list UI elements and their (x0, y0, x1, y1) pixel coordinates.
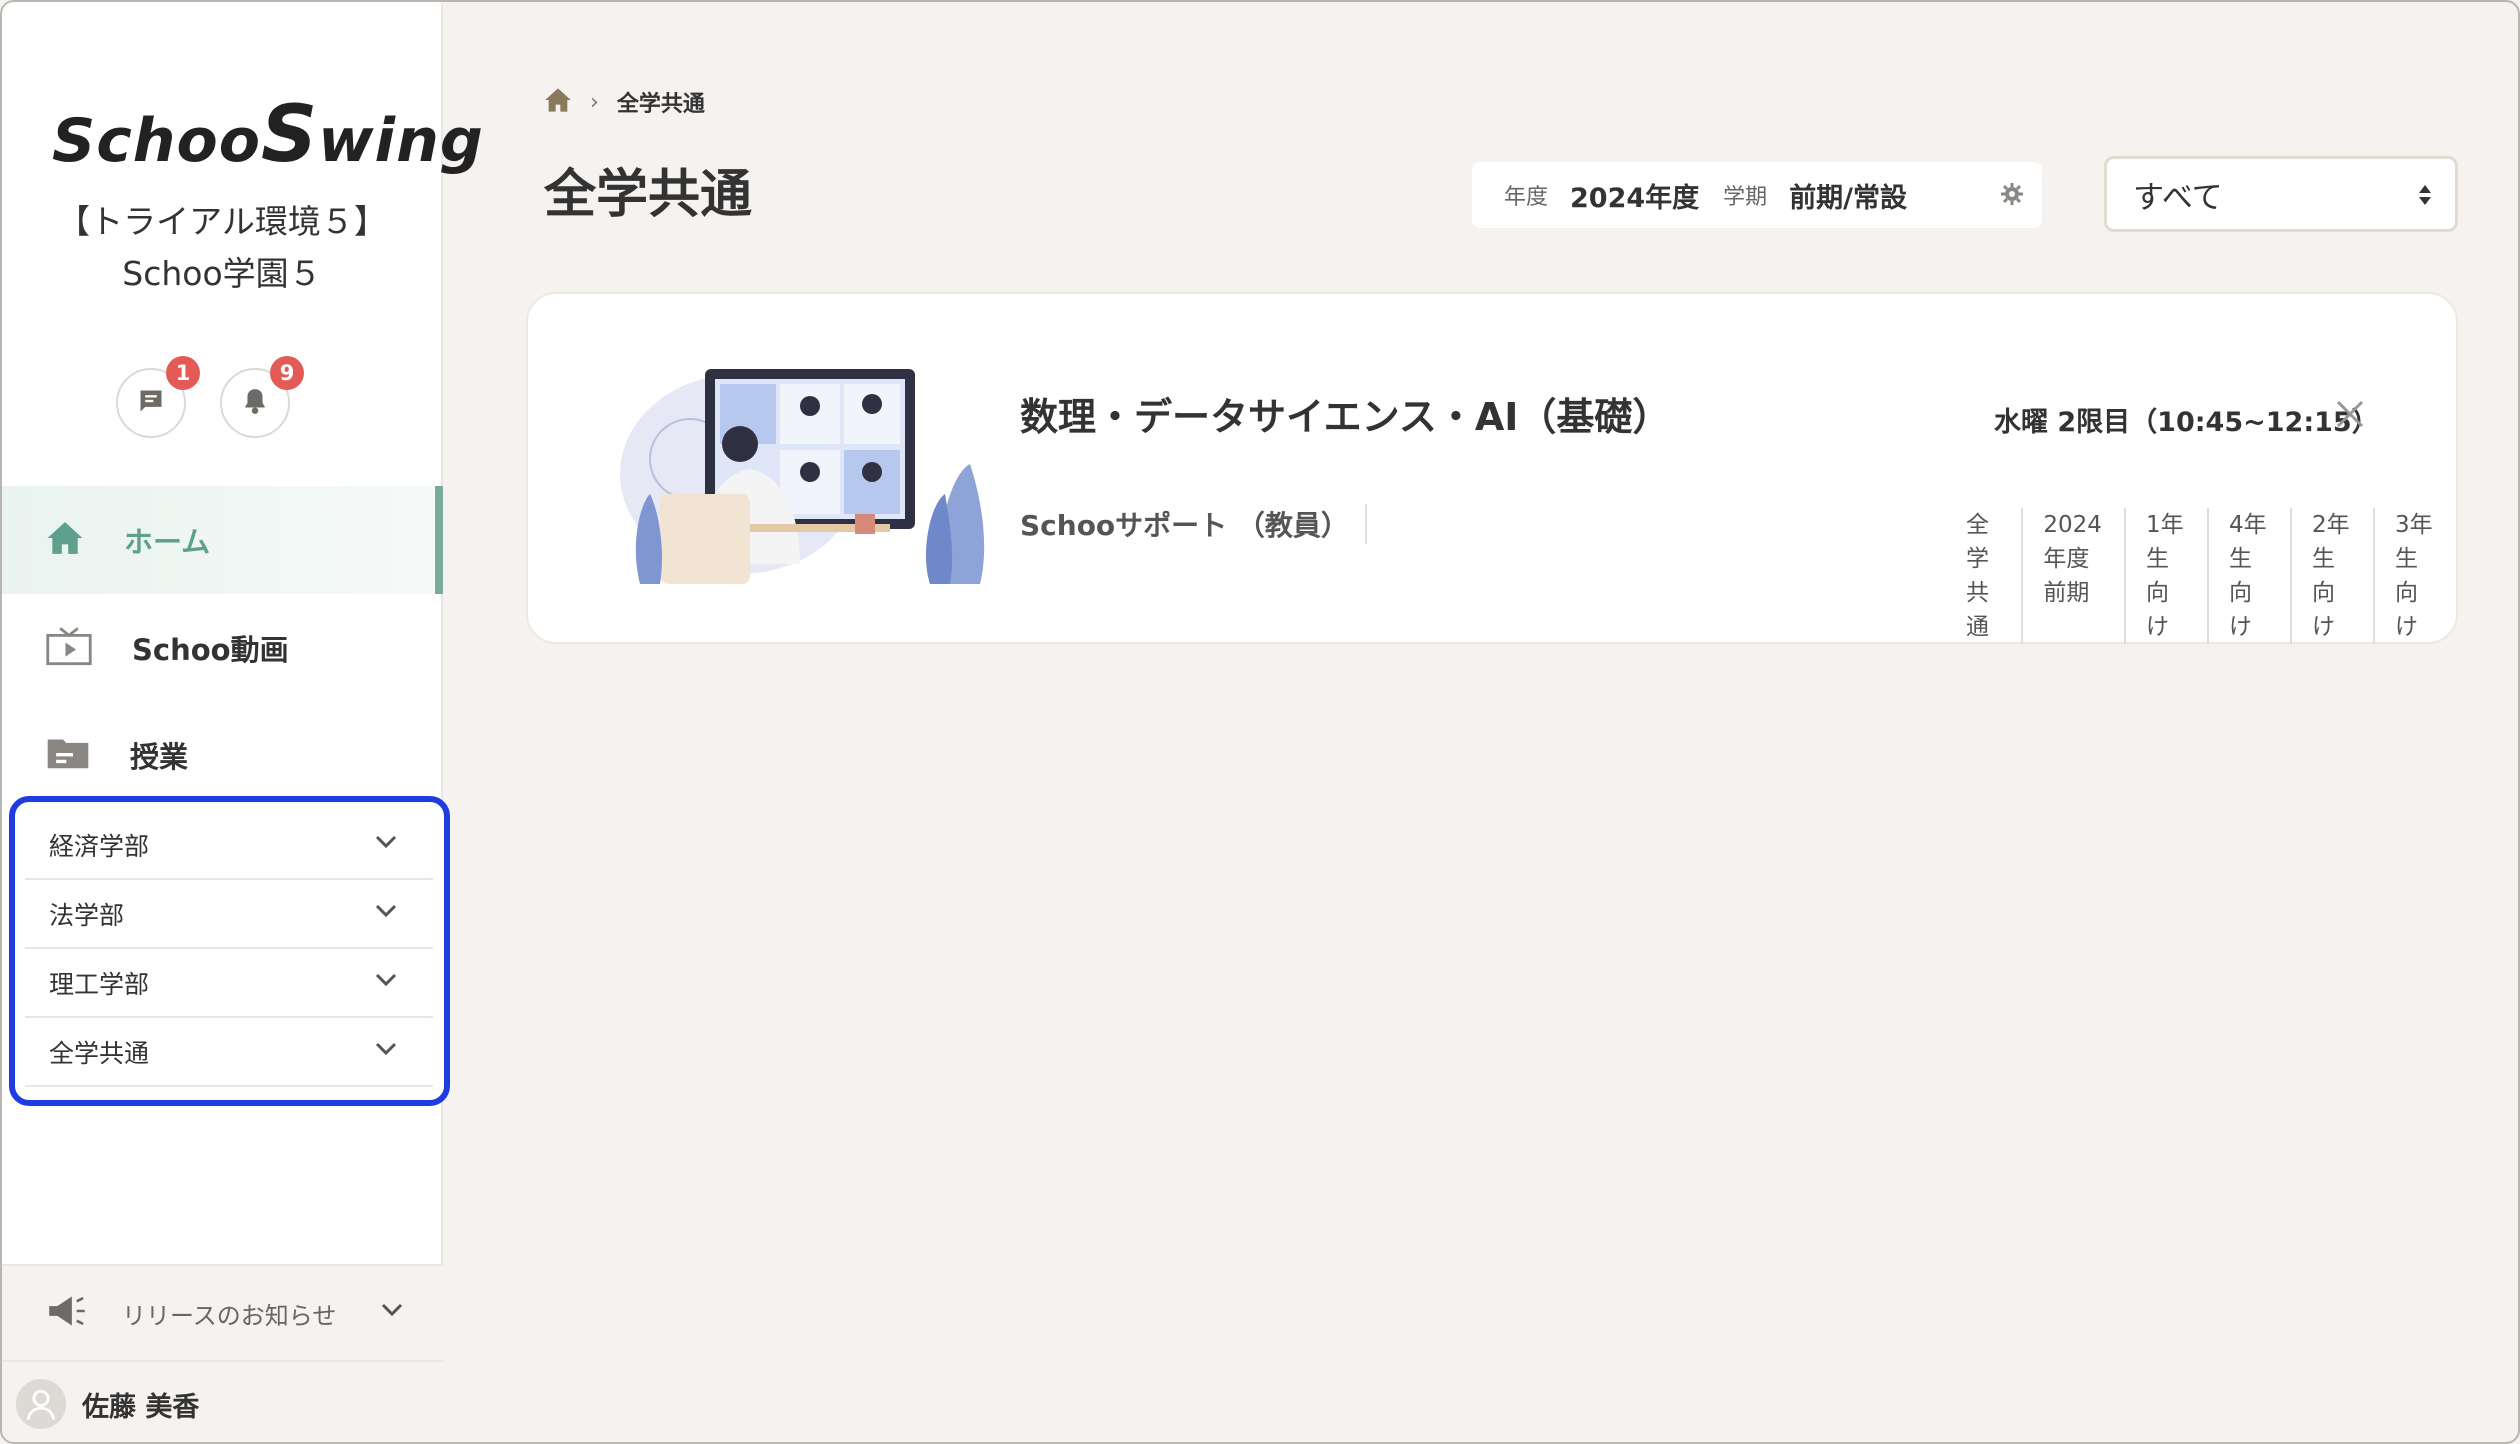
logo-text-part: S (260, 90, 319, 180)
filter-select[interactable]: すべて (2104, 156, 2458, 232)
faculty-item-economics[interactable]: 経済学部 (25, 812, 433, 880)
home-icon (46, 520, 84, 560)
nav-label: 授業 (130, 740, 189, 774)
course-card[interactable]: 数理・データサイエンス・AI（基礎） 水曜 2限目（10:45~12:15） S… (526, 292, 2458, 644)
term-value: 前期/常設 (1789, 182, 1908, 214)
chevron-down-icon (375, 903, 397, 922)
course-tag: 3年生向け (2372, 508, 2456, 644)
course-tag: 2年生向け (2290, 508, 2373, 644)
notifications-button[interactable]: 9 (220, 356, 304, 438)
course-tag: 2024年度 前期 (2021, 508, 2124, 644)
messages-button[interactable]: 1 (116, 356, 200, 438)
nav-item-lessons[interactable]: 授業 (2, 701, 443, 809)
nav-label: ホーム (124, 525, 211, 559)
avatar (16, 1379, 66, 1429)
faculty-label: 経済学部 (49, 832, 150, 861)
messages-badge: 1 (166, 356, 200, 390)
chevron-down-icon (381, 1302, 403, 1321)
filter-select-value: すべて (2133, 179, 2223, 216)
year-key: 年度 (1504, 185, 1549, 210)
release-notes-toggle[interactable]: リリースのお知らせ (2, 1264, 443, 1360)
app-window: SchooSwing 【トライアル環境５】Schoo学園５ 1 9 ホーム Sc… (0, 0, 2520, 1444)
notifications-badge: 9 (270, 356, 304, 390)
term-key: 学期 (1723, 185, 1768, 210)
nav-item-schoo-video[interactable]: Schoo動画 (2, 594, 443, 702)
folder-icon (46, 735, 90, 775)
release-notes-label: リリースのお知らせ (122, 1301, 337, 1330)
course-tags: 全学共通 2024年度 前期 1年生向け 4年生向け 2年生向け 3年生向け (1966, 508, 2456, 644)
gear-icon[interactable] (2000, 182, 2024, 210)
chevron-right-icon: › (590, 89, 599, 115)
chevron-down-icon (375, 972, 397, 991)
page-title: 全学共通 (544, 165, 753, 225)
organization-name: 【トライアル環境５】Schoo学園５ (57, 202, 387, 293)
sidebar: SchooSwing 【トライアル環境５】Schoo学園５ 1 9 ホーム Sc… (2, 2, 483, 1442)
faculty-item-common[interactable]: 全学共通 (25, 1019, 433, 1087)
message-icon (137, 387, 165, 419)
chevron-down-icon (375, 1041, 397, 1060)
faculty-label: 理工学部 (49, 970, 150, 999)
faculty-item-engineering[interactable]: 理工学部 (25, 950, 433, 1018)
user-name: 佐藤 美香 (82, 1391, 200, 1423)
faculty-item-law[interactable]: 法学部 (25, 881, 433, 949)
course-tag: 全学共通 (1966, 512, 1989, 640)
course-tag: 4年生向け (2207, 508, 2290, 644)
faculty-label: 全学共通 (49, 1039, 150, 1068)
user-menu[interactable]: 佐藤 美香 (2, 1360, 443, 1442)
faculty-list: 経済学部 法学部 理工学部 全学共通 (9, 796, 450, 1106)
nav-label: Schoo動画 (132, 633, 289, 667)
logo-text-part: wing (318, 106, 484, 176)
course-title[interactable]: 数理・データサイエンス・AI（基礎） (1020, 386, 1670, 441)
course-teacher: Schooサポート （教員） (1020, 504, 1367, 544)
course-schedule: 水曜 2限目（10:45~12:15） (1994, 407, 2379, 438)
chevron-down-icon (375, 834, 397, 853)
term-selector[interactable]: 年度 2024年度 学期 前期/常設 (1472, 162, 2042, 228)
course-thumbnail (620, 364, 990, 584)
home-icon[interactable] (544, 87, 572, 117)
tv-icon (46, 626, 92, 670)
megaphone-icon (46, 1294, 88, 1332)
nav-item-home[interactable]: ホーム (2, 486, 443, 594)
close-icon[interactable] (2334, 398, 2366, 434)
year-value: 2024年度 (1570, 182, 1700, 214)
faculty-label: 法学部 (49, 901, 125, 930)
course-tag: 1年生向け (2124, 508, 2207, 644)
breadcrumb: › 全学共通 (544, 86, 705, 118)
breadcrumb-current: 全学共通 (616, 92, 705, 117)
bell-icon (242, 387, 268, 419)
app-logo[interactable]: SchooSwing (52, 90, 483, 180)
logo-text-part: Schoo (52, 106, 261, 176)
select-arrows-icon (2417, 181, 2433, 213)
